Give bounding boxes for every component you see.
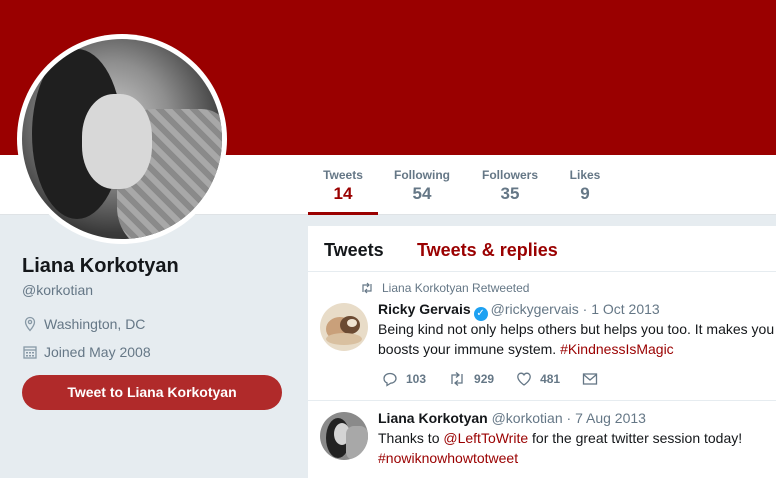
tweet-separator: · <box>582 301 588 317</box>
profile-location-text: Washington, DC <box>44 316 146 332</box>
calendar-icon <box>22 344 38 360</box>
heart-icon <box>516 371 532 387</box>
tab-tweets[interactable]: Tweets <box>324 240 384 261</box>
tweet-header: Ricky Gervais ✓ @rickygervais · 1 Oct 2013 <box>378 301 660 321</box>
profile-name[interactable]: Liana Korkotyan <box>22 254 292 278</box>
hashtag-link[interactable]: #KindnessIsMagic <box>560 341 674 357</box>
tweet-author-handle[interactable]: @rickygervais <box>491 301 579 317</box>
tweet-actions: 103 929 481 <box>382 371 628 387</box>
retweet-context: Liana Korkotyan Retweeted <box>360 281 529 295</box>
tweet-header: Liana Korkotyan @korkotian · 7 Aug 2013 <box>378 410 646 426</box>
profile-location: Washington, DC <box>22 316 292 332</box>
stat-following-value: 54 <box>412 184 432 203</box>
tweet-avatar[interactable] <box>320 303 368 351</box>
tweet-text-segment: for the great twitter session today! <box>528 430 743 446</box>
tab-tweets-replies[interactable]: Tweets & replies <box>417 240 558 261</box>
like-count: 481 <box>540 372 561 386</box>
stat-tweets[interactable]: Tweets 14 <box>308 167 378 215</box>
retweet-action[interactable]: 929 <box>448 371 494 387</box>
tweet-item[interactable]: Liana Korkotyan @korkotian · 7 Aug 2013 … <box>308 402 776 478</box>
tweet-author-name[interactable]: Ricky Gervais <box>378 301 471 317</box>
tweet-item[interactable]: Liana Korkotyan Retweeted Ricky Gervais ✓… <box>308 273 776 401</box>
stat-following-label: Following <box>394 168 450 182</box>
stat-following[interactable]: Following 54 <box>390 167 454 215</box>
tweet-author-handle[interactable]: @korkotian <box>492 410 563 426</box>
tweet-text-line: Being kind not only helps others but hel… <box>378 321 775 337</box>
avatar-photo <box>22 39 222 239</box>
profile-joined: Joined May 2008 <box>22 344 292 360</box>
tweet-date[interactable]: 1 Oct 2013 <box>591 301 660 317</box>
timeline: Tweets Tweets & replies Liana Korkotyan … <box>308 226 776 478</box>
tweet-text-segment: Thanks to <box>378 430 444 446</box>
stat-tweets-label: Tweets <box>323 168 363 182</box>
retweet-icon <box>448 371 466 387</box>
hashtag-link[interactable]: #nowiknowhowtotweet <box>378 448 776 468</box>
tweet-avatar[interactable] <box>320 412 368 460</box>
reply-count: 103 <box>406 372 427 386</box>
stat-followers-label: Followers <box>481 168 538 182</box>
tweet-to-button[interactable]: Tweet to Liana Korkotyan <box>22 375 282 410</box>
profile-card: Liana Korkotyan @korkotian Washington, D… <box>22 254 292 360</box>
tweet-text: Thanks to @LeftToWrite for the great twi… <box>378 428 776 468</box>
envelope-icon <box>582 372 598 386</box>
profile-handle[interactable]: @korkotian <box>22 282 292 298</box>
tweet-separator: · <box>566 410 572 426</box>
reply-icon <box>382 371 398 387</box>
tweet-author-name[interactable]: Liana Korkotyan <box>378 410 488 426</box>
tweet-date[interactable]: 7 Aug 2013 <box>575 410 646 426</box>
stat-followers-value: 35 <box>500 184 520 203</box>
retweet-context-text: Liana Korkotyan Retweeted <box>382 281 530 295</box>
tweet-text-line: boosts your immune system. <box>378 341 561 357</box>
mention-link[interactable]: @LeftToWrite <box>443 430 528 446</box>
retweet-count: 929 <box>474 372 495 386</box>
profile-joined-text: Joined May 2008 <box>44 344 151 360</box>
stat-likes-value: 9 <box>580 184 590 203</box>
profile-avatar[interactable] <box>17 34 227 244</box>
timeline-tabs: Tweets Tweets & replies <box>308 226 776 272</box>
stat-tweets-value: 14 <box>333 184 353 203</box>
tweet-text: Being kind not only helps others but hel… <box>378 319 776 359</box>
stat-followers[interactable]: Followers 35 <box>478 167 542 215</box>
retweet-icon <box>360 282 374 294</box>
like-action[interactable]: 481 <box>516 371 560 387</box>
reply-action[interactable]: 103 <box>382 371 426 387</box>
stat-likes[interactable]: Likes 9 <box>566 167 604 215</box>
message-action[interactable] <box>582 372 606 386</box>
stat-likes-label: Likes <box>569 168 601 182</box>
location-pin-icon <box>22 316 38 332</box>
